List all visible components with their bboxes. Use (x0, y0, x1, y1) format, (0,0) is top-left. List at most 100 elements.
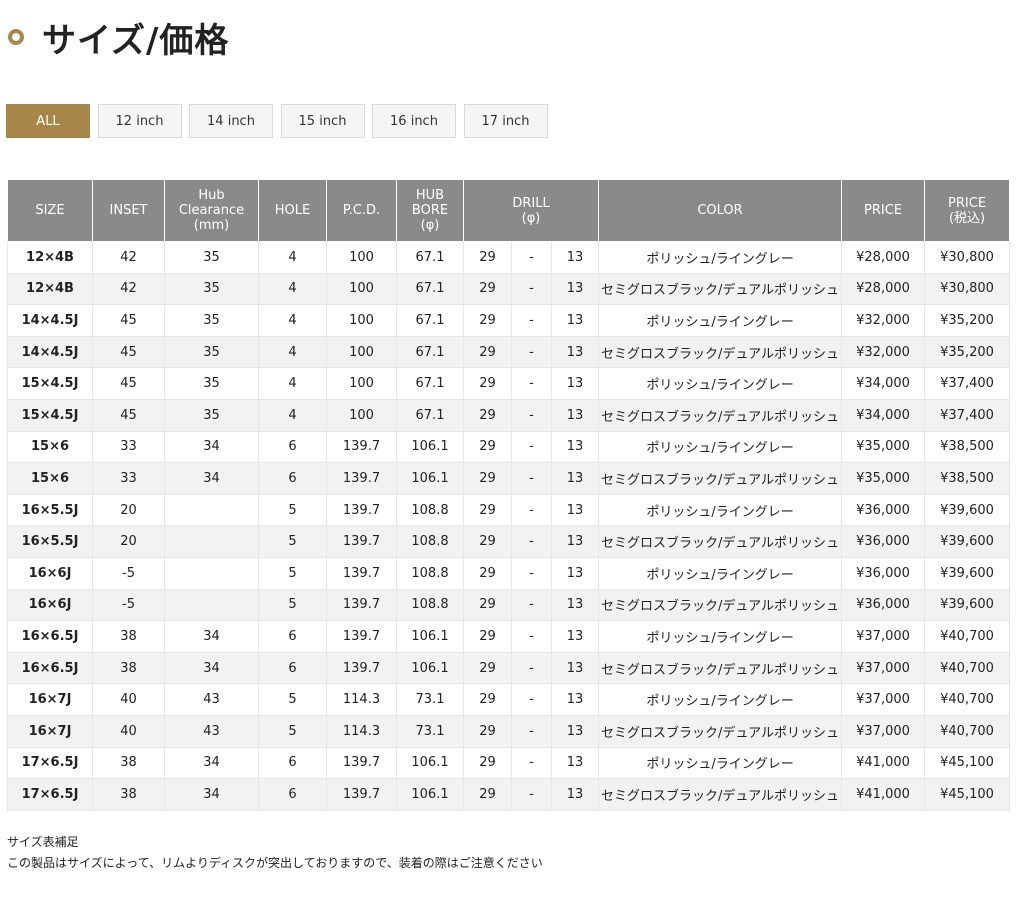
cell-drill-from: 29 (463, 462, 512, 495)
cell-drill-from: 29 (463, 241, 512, 274)
cell-price-tax: ¥45,100 (924, 746, 1011, 780)
table-body: 12×4B 42 35 4 100 67.1 29-13 ポリッシュ/ライングレー ¥28,00… (7, 241, 1011, 811)
cell-hub-clearance: 34 (164, 651, 259, 685)
header-size: SIZE (7, 179, 93, 242)
cell-price: ¥32,000 (841, 335, 926, 369)
filter-tab-16-inch[interactable]: 16 inch (372, 104, 456, 138)
cell-size: 16×7J (7, 714, 93, 748)
cell-pcd: 100 (326, 367, 397, 400)
cell-hub-bore: 108.8 (396, 588, 464, 622)
cell-hub-bore: 106.1 (396, 778, 464, 811)
table-row: 16×6J -5 5 139.7 108.8 29-13 セミグロスブラック/デュアルポリッ… (7, 588, 1011, 622)
cell-hub-clearance: 35 (164, 335, 259, 369)
cell-price: ¥34,000 (841, 398, 926, 432)
cell-hole: 4 (258, 241, 327, 274)
cell-hub-clearance: 35 (164, 272, 259, 306)
header-pcd: P.C.D. (326, 179, 397, 242)
cell-drill-from: 29 (463, 588, 512, 622)
cell-drill-from: 29 (463, 620, 512, 653)
notes-heading: サイズ表補足 (7, 835, 79, 849)
cell-drill-to: 13 (550, 335, 600, 369)
cell-drill-separator: - (511, 746, 552, 780)
filter-tab-15-inch[interactable]: 15 inch (280, 104, 365, 138)
cell-size: 16×5.5J (7, 493, 93, 527)
table-row: 16×5.5J 20 5 139.7 108.8 29-13 ポリッシュ/ライングレー ¥36… (7, 493, 1011, 527)
cell-size: 15×4.5J (7, 398, 93, 432)
cell-drill-separator: - (511, 714, 552, 748)
cell-hub-clearance: 35 (164, 398, 259, 432)
cell-drill-from: 29 (463, 398, 512, 432)
size-price-table: SIZE INSET Hub Clearance (mm) HOLE P.C.D. … (7, 179, 1011, 811)
page-heading: サイズ/価格 (8, 14, 229, 61)
cell-drill-separator: - (511, 778, 552, 811)
cell-color: セミグロスブラック/デュアルポリッシュ (598, 588, 843, 622)
cell-drill-separator: - (511, 398, 552, 432)
cell-hub-bore: 67.1 (396, 272, 464, 306)
filter-tab-12-inch[interactable]: 12 inch (97, 104, 182, 138)
cell-inset: 45 (92, 335, 165, 369)
cell-inset: 38 (92, 651, 165, 685)
cell-drill-to: 13 (550, 746, 600, 780)
notes-body: この製品はサイズによって、リムよりディスクが突出しておりますので、装着の際はご注… (7, 856, 543, 870)
cell-drill-separator: - (511, 462, 552, 495)
header-hub-clearance: Hub Clearance (mm) (164, 179, 259, 242)
table-header-row: SIZE INSET Hub Clearance (mm) HOLE P.C.D. … (7, 179, 1011, 242)
table-row: 17×6.5J 38 34 6 139.7 106.1 29-13 ポリッシュ/ライングレー ¥… (7, 746, 1011, 780)
cell-size: 14×4.5J (7, 335, 93, 369)
cell-price-tax: ¥45,100 (924, 778, 1011, 811)
cell-hub-bore: 67.1 (396, 367, 464, 400)
cell-drill-to: 13 (550, 493, 600, 527)
size-filter-tabs: ALL 12 inch 14 inch 15 inch 16 inch 17 i… (6, 104, 555, 138)
cell-pcd: 100 (326, 335, 397, 369)
cell-inset: 38 (92, 746, 165, 780)
cell-drill-to: 13 (550, 272, 600, 306)
cell-hub-clearance: 35 (164, 367, 259, 400)
cell-size: 17×6.5J (7, 778, 93, 811)
cell-pcd: 139.7 (326, 430, 397, 464)
cell-drill-separator: - (511, 588, 552, 622)
cell-drill-to: 13 (550, 241, 600, 274)
table-row: 16×6.5J 38 34 6 139.7 106.1 29-13 セミグロスブラック/デュア… (7, 651, 1011, 685)
cell-inset: 45 (92, 304, 165, 337)
cell-size: 15×6 (7, 462, 93, 495)
filter-tab-17-inch[interactable]: 17 inch (463, 104, 548, 138)
cell-price-tax: ¥40,700 (924, 620, 1011, 653)
cell-price: ¥41,000 (841, 746, 926, 780)
cell-color: ポリッシュ/ライングレー (598, 556, 843, 590)
cell-size: 16×6J (7, 588, 93, 622)
cell-hub-bore: 108.8 (396, 493, 464, 527)
cell-hole: 5 (258, 714, 327, 748)
cell-drill-from: 29 (463, 493, 512, 527)
cell-drill-from: 29 (463, 304, 512, 337)
cell-hole: 4 (258, 272, 327, 306)
table-row: 14×4.5J 45 35 4 100 67.1 29-13 セミグロスブラック/デュアルポリ… (7, 335, 1011, 369)
cell-price: ¥37,000 (841, 651, 926, 685)
table-row: 12×4B 42 35 4 100 67.1 29-13 ポリッシュ/ライングレー ¥28,00… (7, 241, 1011, 274)
cell-hub-bore: 106.1 (396, 462, 464, 495)
cell-hub-bore: 67.1 (396, 398, 464, 432)
header-hole: HOLE (258, 179, 327, 242)
cell-hub-bore: 108.8 (396, 525, 464, 558)
cell-size: 12×4B (7, 272, 93, 306)
cell-inset: 40 (92, 683, 165, 716)
cell-hub-bore: 67.1 (396, 241, 464, 274)
cell-drill-from: 29 (463, 335, 512, 369)
cell-color: セミグロスブラック/デュアルポリッシュ (598, 778, 843, 811)
cell-hole: 6 (258, 462, 327, 495)
cell-drill-to: 13 (550, 462, 600, 495)
table-row: 15×4.5J 45 35 4 100 67.1 29-13 セミグロスブラック/デュアルポリ… (7, 398, 1011, 432)
cell-inset: 42 (92, 272, 165, 306)
cell-hole: 5 (258, 588, 327, 622)
filter-tab-14-inch[interactable]: 14 inch (189, 104, 273, 138)
cell-size: 16×6.5J (7, 651, 93, 685)
cell-drill-from: 29 (463, 683, 512, 716)
table-row: 16×6J -5 5 139.7 108.8 29-13 ポリッシュ/ライングレー ¥36,0… (7, 556, 1011, 590)
cell-hole: 4 (258, 304, 327, 337)
filter-tab-all[interactable]: ALL (6, 104, 90, 138)
cell-pcd: 139.7 (326, 462, 397, 495)
cell-price-tax: ¥39,600 (924, 556, 1011, 590)
circle-bullet-icon (8, 29, 24, 45)
cell-hole: 5 (258, 525, 327, 558)
cell-price: ¥41,000 (841, 778, 926, 811)
cell-drill-from: 29 (463, 746, 512, 780)
